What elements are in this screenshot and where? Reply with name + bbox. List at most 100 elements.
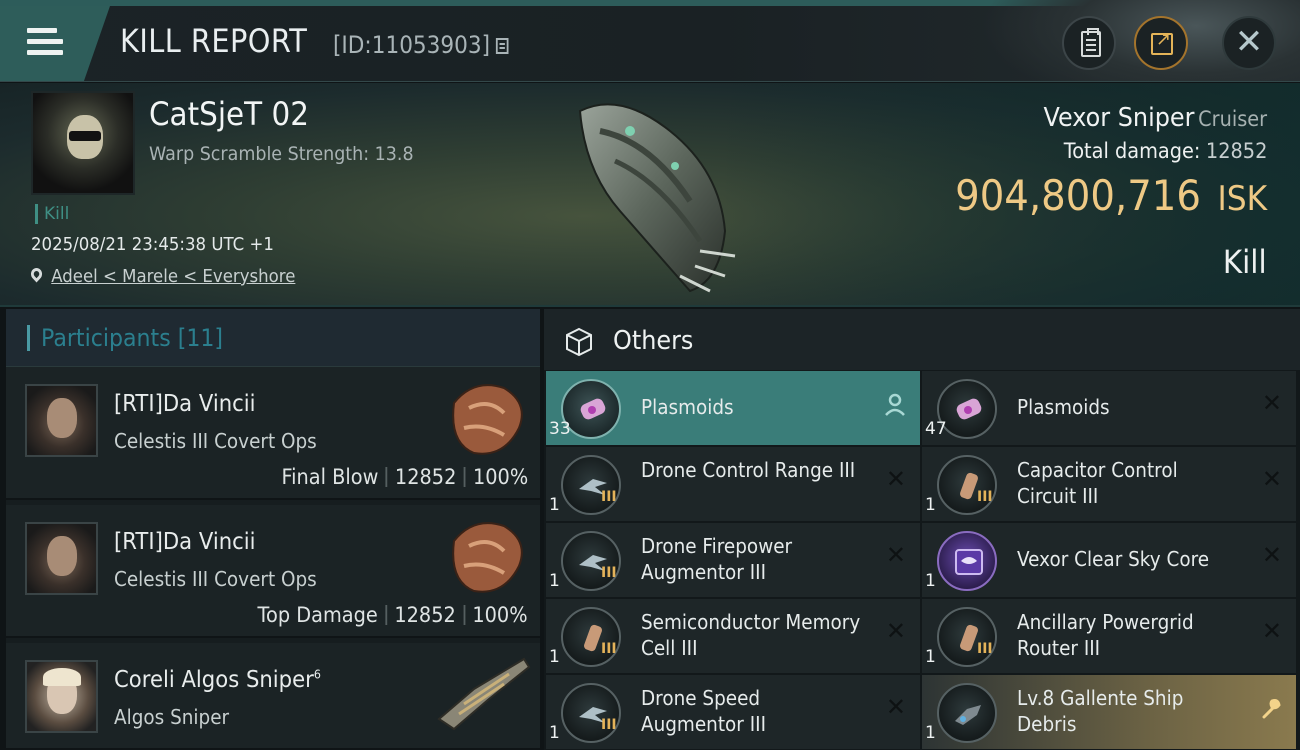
kill-location[interactable]: Adeel < Marele < Everyshore (28, 265, 295, 287)
item-quantity: 1 (925, 723, 936, 743)
participants-title: Participants [11] (41, 324, 224, 352)
tier-badge: III (977, 489, 993, 505)
item-quantity: 1 (549, 647, 560, 667)
item-name: Vexor Clear Sky Core (1017, 547, 1210, 571)
item-quantity: 47 (925, 419, 947, 439)
item-name: Plasmoids (641, 395, 734, 419)
victim-ship-type: Vexor Sniper Cruiser (1043, 103, 1267, 133)
participant-name: [RTI]Da Vincii (114, 529, 256, 555)
participants-panel: Participants [11] [RTI]Da Vincii Celesti… (6, 309, 540, 750)
loot-item[interactable]: 47 Plasmoids ✕ (922, 371, 1296, 445)
report-result: Kill (1223, 243, 1267, 281)
drone-module-icon (561, 683, 621, 743)
close-icon[interactable]: ✕ (1262, 541, 1282, 569)
loot-item[interactable]: 1 Vexor Clear Sky Core ✕ (922, 523, 1296, 597)
victim-banner: CatSjeT 02 Warp Scramble Strength: 13.8 … (0, 83, 1300, 307)
rig-cylinder-icon (937, 607, 997, 667)
menu-button[interactable] (0, 6, 110, 81)
loot-item[interactable]: 33 Plasmoids (546, 371, 920, 445)
rig-cylinder-icon (937, 455, 997, 515)
share-button[interactable] (1134, 16, 1188, 70)
participant-ship-icon (437, 657, 531, 731)
clipboard-icon (1081, 28, 1101, 57)
top-bar: KILL REPORT [ID:11053903] ✕ (0, 0, 1300, 82)
warp-scramble-strength: Warp Scramble Strength: 13.8 (149, 143, 414, 165)
share-icon (1151, 29, 1173, 55)
close-icon[interactable]: ✕ (1262, 465, 1282, 493)
close-icon[interactable]: ✕ (1262, 389, 1282, 417)
item-name: Semiconductor Memory Cell III (641, 610, 861, 660)
participant-name-sup: 6 (313, 667, 321, 682)
tier-badge: III (601, 489, 617, 505)
item-quantity: 1 (549, 723, 560, 743)
loot-item[interactable]: 1 III Drone Firepower Augmentor III ✕ (546, 523, 920, 597)
rig-cylinder-icon (561, 607, 621, 667)
isk-unit: ISK (1217, 179, 1267, 219)
participant-stats: Final Blow 12852 100% (281, 465, 528, 489)
loot-item[interactable]: 1 III Semiconductor Memory Cell III ✕ (546, 599, 920, 673)
participant-avatar (25, 522, 98, 595)
participants-header[interactable]: Participants [11] (6, 309, 540, 367)
participant-damage: 12852 (394, 465, 457, 489)
report-id-text: [ID:11053903] (333, 31, 491, 59)
close-icon[interactable]: ✕ (886, 617, 906, 645)
item-name: Drone Firepower Augmentor III (641, 534, 793, 584)
wrench-icon[interactable] (1260, 697, 1282, 721)
report-id: [ID:11053903] (333, 31, 509, 59)
participant-ship: Celestis III Covert Ops (114, 429, 317, 453)
victim-avatar[interactable] (31, 91, 135, 195)
kill-tag: Kill (35, 204, 69, 224)
tier-badge: III (601, 641, 617, 657)
participant-stats: Top Damage 12852 100% (258, 603, 528, 627)
item-name: Capacitor Control Circuit III (1017, 458, 1178, 508)
cube-icon (566, 327, 592, 357)
isk-amount: 904,800,716 (955, 171, 1201, 220)
location-pin-icon (28, 265, 45, 283)
loot-item[interactable]: 1 III Capacitor Control Circuit III ✕ (922, 447, 1296, 521)
participant-name: Coreli Algos Sniper6 (114, 667, 321, 693)
item-quantity: 1 (549, 495, 560, 515)
ship-class: Cruiser (1198, 107, 1267, 131)
drone-module-icon (561, 531, 621, 591)
loot-item[interactable]: 1 III Ancillary Powergrid Router III ✕ (922, 599, 1296, 673)
participant-ship: Algos Sniper (114, 705, 230, 729)
participant-role: Final Blow (281, 465, 379, 489)
others-title: Others (613, 326, 694, 356)
participant-role: Top Damage (257, 603, 379, 627)
total-damage: Total damage: 12852 (1063, 139, 1267, 163)
loot-item[interactable]: 1 Lv.8 Gallente Ship Debris (922, 675, 1296, 749)
close-icon[interactable]: ✕ (1262, 617, 1282, 645)
item-quantity: 1 (925, 647, 936, 667)
clipboard-button[interactable] (1062, 16, 1116, 70)
copy-icon[interactable] (495, 38, 509, 54)
page-title: KILL REPORT (120, 22, 308, 60)
item-quantity: 33 (549, 419, 571, 439)
participant-card[interactable]: [RTI]Da Vincii Celestis III Covert Ops F… (6, 367, 540, 500)
participant-percent: 100% (472, 603, 528, 627)
participant-percent: 100% (472, 465, 528, 489)
item-quantity: 1 (925, 495, 936, 515)
tier-badge: III (601, 565, 617, 581)
ship-name: Vexor Sniper (1043, 103, 1195, 133)
participant-card[interactable]: Coreli Algos Sniper6 Algos Sniper (6, 643, 540, 750)
participant-ship-icon (452, 384, 523, 455)
ship-debris-icon (937, 683, 997, 743)
item-quantity: 1 (549, 571, 560, 591)
close-icon[interactable]: ✕ (886, 541, 906, 569)
drone-module-icon (561, 455, 621, 515)
participant-name: [RTI]Da Vincii (114, 391, 256, 417)
close-icon[interactable]: ✕ (886, 465, 906, 493)
person-icon[interactable] (884, 393, 906, 417)
participant-card[interactable]: [RTI]Da Vincii Celestis III Covert Ops T… (6, 505, 540, 638)
loot-item[interactable]: 1 III Drone Control Range III ✕ (546, 447, 920, 521)
tier-badge: III (601, 717, 617, 733)
close-icon[interactable]: ✕ (886, 693, 906, 721)
hamburger-icon (27, 28, 63, 58)
total-damage-value: 12852 (1205, 139, 1267, 163)
tier-badge: III (977, 641, 993, 657)
participant-ship-icon (452, 522, 523, 593)
loot-item[interactable]: 1 III Drone Speed Augmentor III ✕ (546, 675, 920, 749)
item-name: Ancillary Powergrid Router III (1017, 610, 1194, 660)
close-button[interactable]: ✕ (1222, 16, 1276, 70)
location-link[interactable]: Adeel < Marele < Everyshore (51, 266, 295, 287)
